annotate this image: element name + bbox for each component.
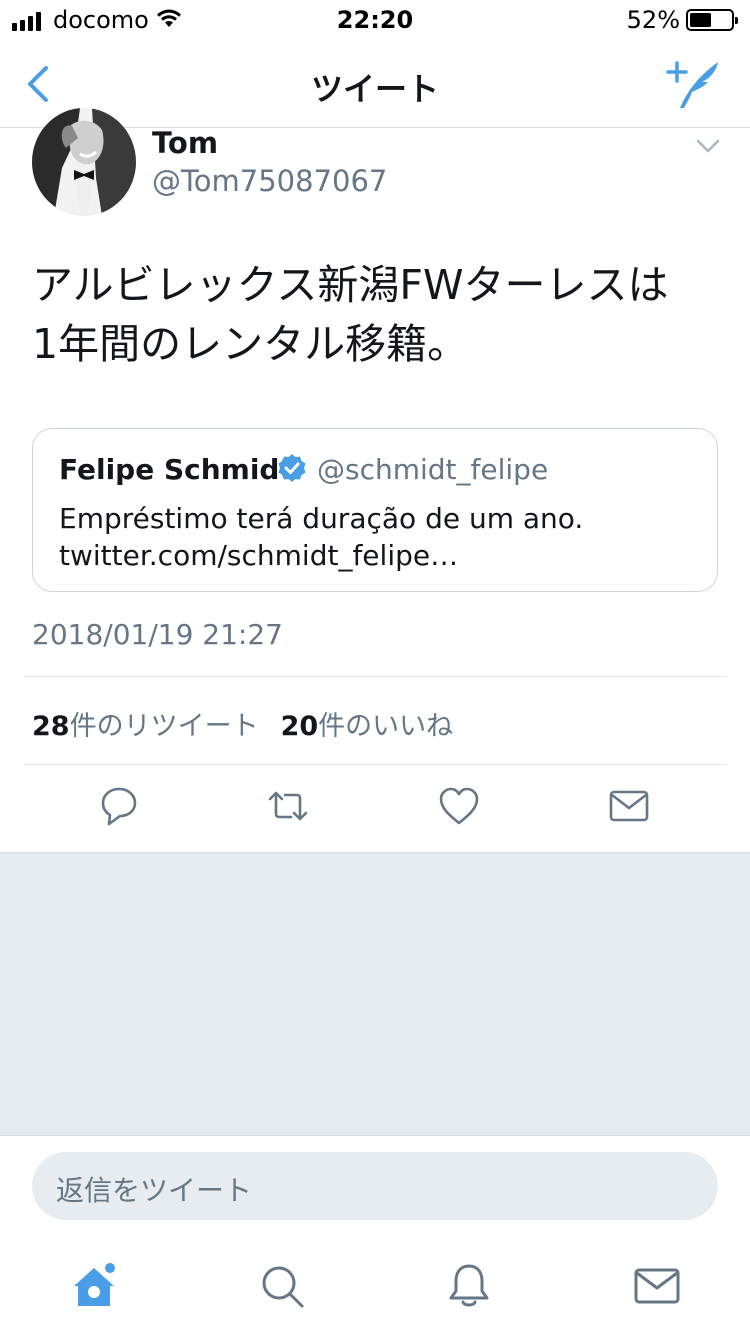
messages-icon[interactable] [631, 1260, 683, 1312]
quoted-tweet-text: Empréstimo terá duração de um ano. [59, 502, 584, 535]
avatar-photo [32, 108, 136, 216]
tweet-text: アルビレックス新潟FWターレスは 1年間のレンタル移籍。 [32, 256, 722, 374]
tab-bar [0, 1244, 750, 1334]
tweet-timestamp: 2018/01/19 21:27 [32, 618, 283, 651]
author-name[interactable]: Tom [152, 126, 218, 160]
quoted-author-name: Felipe Schmidt [59, 453, 293, 486]
verified-badge-icon [278, 454, 306, 482]
reply-placeholder: 返信をツイート [56, 1174, 253, 1207]
divider [24, 676, 726, 677]
engagement-counts: 28件のリツイート 20件のいいね [32, 704, 453, 743]
battery-percent: 52% [626, 6, 680, 34]
home-icon[interactable] [68, 1260, 120, 1312]
reply-icon[interactable] [97, 784, 141, 828]
retweet-icon[interactable] [266, 784, 310, 828]
compose-tweet-icon[interactable] [666, 58, 722, 110]
notifications-icon[interactable] [443, 1260, 495, 1312]
tweet-text-line: アルビレックス新潟FWターレスは [32, 261, 669, 309]
like-count-number: 20 [280, 711, 319, 742]
direct-message-icon[interactable] [607, 784, 651, 828]
retweet-count-label: 件のリツイート [69, 711, 259, 742]
search-icon[interactable] [256, 1260, 308, 1312]
quoted-tweet-link[interactable]: twitter.com/schmidt_felipe… [59, 539, 458, 572]
battery-icon [686, 9, 738, 31]
quoted-tweet-card[interactable]: Felipe Schmidt @schmidt_felipe Empréstim… [32, 428, 718, 592]
divider [24, 764, 726, 765]
retweet-count-number: 28 [32, 711, 70, 742]
navigation-bar: ツイート [0, 40, 750, 128]
reply-input[interactable]: 返信をツイート [32, 1152, 718, 1220]
author-handle[interactable]: @Tom75087067 [152, 164, 387, 198]
empty-replies-area [0, 852, 750, 1136]
status-bar: docomo 22:20 52% [0, 0, 750, 40]
tweet-actions [0, 784, 750, 832]
tweet-text-line: 1年間のレンタル移籍。 [32, 320, 469, 368]
like-count-label: 件のいいね [318, 711, 454, 742]
quoted-author-handle: @schmidt_felipe [317, 453, 549, 486]
page-title: ツイート [310, 70, 439, 108]
author-avatar[interactable] [32, 108, 136, 216]
like-icon[interactable] [437, 784, 481, 828]
chevron-down-icon[interactable] [696, 138, 720, 154]
like-count[interactable]: 20件のいいね [281, 704, 454, 743]
retweet-count[interactable]: 28件のリツイート [32, 704, 259, 743]
